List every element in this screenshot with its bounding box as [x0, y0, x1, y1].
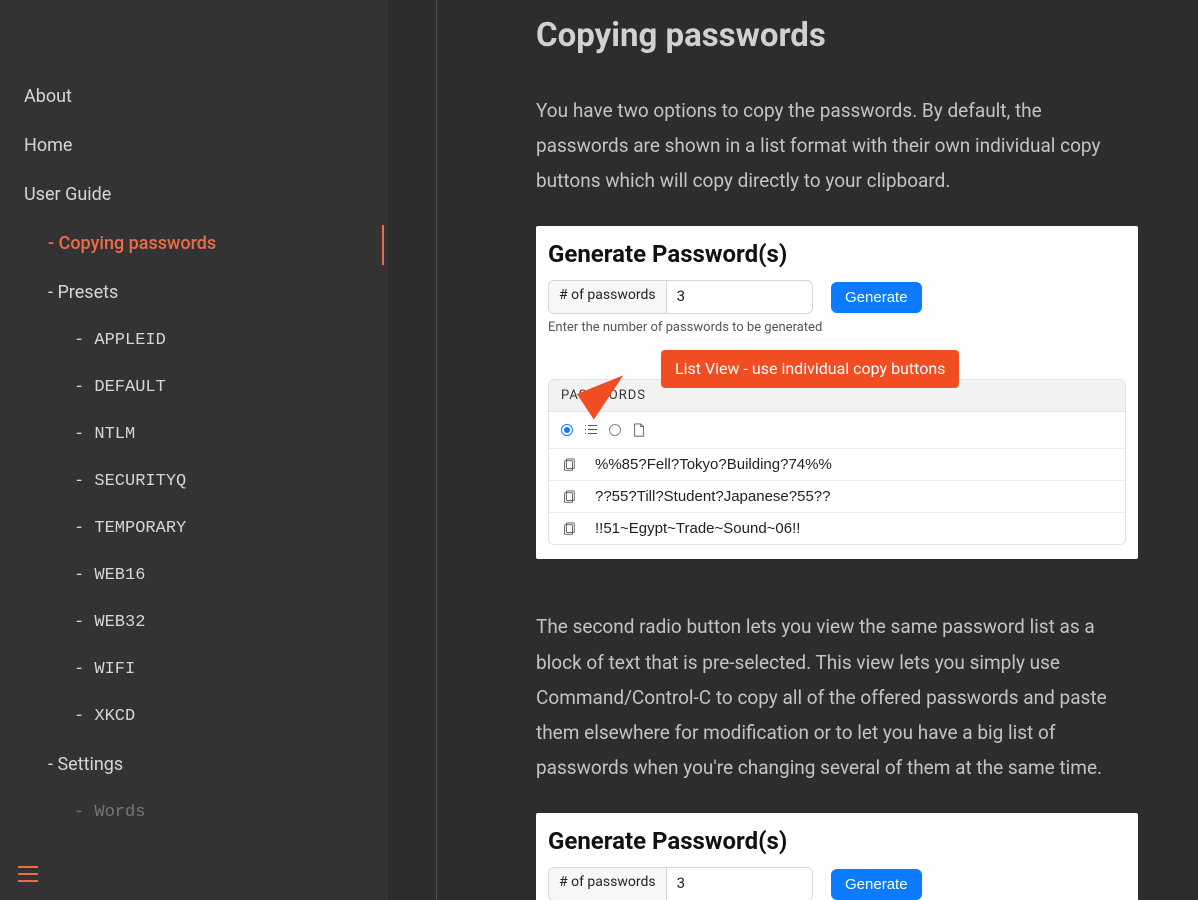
num-label: # of passwords	[549, 281, 667, 313]
password-row: !!51~Egypt~Trade~Sound~06!!	[549, 512, 1125, 544]
nav-presets[interactable]: - Presets	[0, 268, 388, 317]
generate-button[interactable]: Generate	[831, 869, 922, 900]
password-row: %%85?Fell?Tokyo?Building?74%%	[549, 448, 1125, 480]
nav-label: DEFAULT	[94, 378, 165, 397]
sidebar: About Home User Guide - Copying password…	[0, 0, 388, 900]
nav-preset-appleid[interactable]: - APPLEID	[0, 317, 388, 364]
nav-label: TEMPORARY	[94, 519, 186, 538]
nav-label: WEB32	[94, 613, 145, 632]
password-row: ??55?Till?Student?Japanese?55??	[549, 480, 1125, 512]
password-text: %%85?Fell?Tokyo?Building?74%%	[595, 456, 832, 473]
nav-home[interactable]: Home	[0, 121, 388, 170]
nav-label: Presets	[57, 282, 118, 303]
shot-title: Generate Password(s)	[548, 827, 1126, 855]
nav-preset-securityq[interactable]: - SECURITYQ	[0, 458, 388, 505]
radio-block-view[interactable]	[609, 424, 621, 436]
password-text: !!51~Egypt~Trade~Sound~06!!	[595, 520, 800, 537]
screenshot-block-view: Generate Password(s) # of passwords 3 Ge…	[536, 813, 1138, 900]
nav-label: Copying passwords	[59, 233, 217, 254]
nav-preset-xkcd[interactable]: - XKCD	[0, 693, 388, 740]
hamburger-icon[interactable]	[18, 866, 38, 882]
nav-preset-wifi[interactable]: - WIFI	[0, 646, 388, 693]
page-title: Copying passwords	[536, 16, 1138, 55]
copy-icon[interactable]	[561, 489, 577, 505]
file-icon	[631, 422, 647, 438]
nav-label: NTLM	[94, 425, 135, 444]
nav-label: WIFI	[94, 660, 135, 679]
screenshot-list-view: Generate Password(s) # of passwords 3 Ge…	[536, 226, 1138, 559]
nav-label: WEB16	[94, 566, 145, 585]
nav-preset-ntlm[interactable]: - NTLM	[0, 411, 388, 458]
hint-text: Enter the number of passwords to be gene…	[548, 320, 1126, 335]
second-paragraph: The second radio button lets you view th…	[536, 609, 1138, 785]
nav-label: Words	[94, 803, 145, 822]
radio-list-view[interactable]	[561, 424, 573, 436]
nav-user-guide[interactable]: User Guide	[0, 170, 388, 219]
nav-copying-passwords[interactable]: - Copying passwords	[0, 219, 388, 268]
nav-preset-web16[interactable]: - WEB16	[0, 552, 388, 599]
num-passwords-input[interactable]: # of passwords 3	[548, 280, 813, 314]
nav-label: XKCD	[94, 707, 135, 726]
intro-paragraph: You have two options to copy the passwor…	[536, 93, 1138, 198]
passwords-panel: List View - use individual copy buttons …	[548, 379, 1126, 545]
copy-icon[interactable]	[561, 457, 577, 473]
nav-about[interactable]: About	[0, 72, 388, 121]
callout-bubble: List View - use individual copy buttons	[661, 350, 959, 388]
num-label: # of passwords	[549, 868, 667, 900]
nav-settings[interactable]: - Settings	[0, 740, 388, 789]
nav-preset-web32[interactable]: - WEB32	[0, 599, 388, 646]
num-value: 3	[667, 281, 812, 313]
main-content: Copying passwords You have two options t…	[436, 0, 1198, 900]
num-value: 3	[667, 868, 812, 900]
password-text: ??55?Till?Student?Japanese?55??	[595, 488, 830, 505]
nav-label: Settings	[57, 754, 123, 775]
nav-label: APPLEID	[94, 331, 165, 350]
view-toggle-row	[549, 412, 1125, 448]
copy-icon[interactable]	[561, 521, 577, 537]
shot-title: Generate Password(s)	[548, 240, 1126, 268]
generate-button[interactable]: Generate	[831, 282, 922, 313]
nav-preset-default[interactable]: - DEFAULT	[0, 364, 388, 411]
num-passwords-input[interactable]: # of passwords 3	[548, 867, 813, 900]
nav-words[interactable]: - Words	[0, 789, 388, 836]
generate-row: # of passwords 3 Generate	[548, 867, 1126, 900]
nav-preset-temporary[interactable]: - TEMPORARY	[0, 505, 388, 552]
generate-row: # of passwords 3 Generate	[548, 280, 1126, 314]
list-icon	[583, 422, 599, 438]
nav-label: SECURITYQ	[94, 472, 186, 491]
